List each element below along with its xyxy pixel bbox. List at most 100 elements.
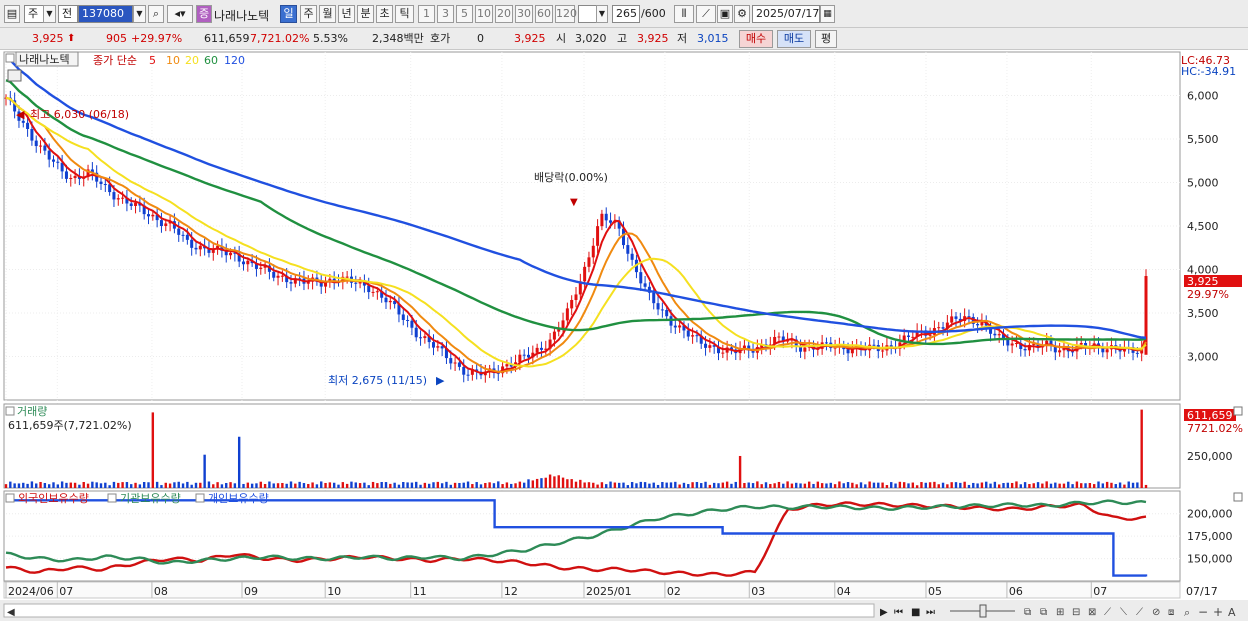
turnover-rate: 5.53% bbox=[313, 32, 348, 45]
candle-body bbox=[678, 325, 682, 328]
stop-icon[interactable]: ■ bbox=[911, 607, 920, 618]
tab-week[interactable]: 주 bbox=[300, 5, 317, 23]
candle-body bbox=[419, 337, 423, 339]
tab-tick[interactable]: 틱 bbox=[395, 5, 414, 23]
horizontal-scrollbar[interactable] bbox=[3, 603, 875, 618]
volume-bar bbox=[518, 481, 522, 488]
volume-subtitle: 611,659주(7,721.02%) bbox=[8, 419, 132, 432]
ma-label: 종가 단순 bbox=[93, 54, 137, 67]
volume-bar bbox=[950, 482, 953, 488]
candle-body bbox=[462, 366, 466, 375]
x-tick-label: 06 bbox=[1009, 585, 1023, 598]
stock-chart[interactable]: 3,0003,5004,0004,5005,0005,5006,000 250,… bbox=[0, 50, 1248, 621]
volume-bar bbox=[285, 483, 288, 488]
volume-bar bbox=[440, 483, 444, 488]
volume-bar bbox=[458, 482, 461, 488]
holdings-close-icon[interactable] bbox=[1233, 492, 1243, 502]
interval-30[interactable]: 30 bbox=[515, 5, 533, 23]
search-icon[interactable]: ⌕ bbox=[148, 5, 164, 23]
save-icon[interactable]: ▣ bbox=[717, 5, 733, 23]
volume-panel[interactable] bbox=[3, 403, 1181, 489]
tab-month[interactable]: 월 bbox=[319, 5, 336, 23]
panel-toggle-icon[interactable] bbox=[5, 53, 15, 63]
volume-bar bbox=[622, 482, 625, 488]
date-input[interactable]: 2025/07/17 bbox=[752, 5, 820, 23]
volume-bar bbox=[1105, 481, 1109, 488]
candle-body bbox=[993, 333, 997, 336]
volume-bar bbox=[86, 483, 90, 488]
volume-bar bbox=[829, 482, 832, 488]
scroll-left-icon[interactable]: ◀ bbox=[7, 607, 15, 618]
tool-icon-1[interactable]: ⧉ bbox=[1024, 607, 1031, 618]
volume-bar bbox=[864, 484, 867, 488]
zoom-out-icon[interactable]: − bbox=[1198, 605, 1208, 619]
volume-close-icon[interactable] bbox=[1233, 406, 1243, 416]
volume-bar bbox=[1054, 482, 1057, 488]
grid-table-icon[interactable] bbox=[7, 69, 22, 82]
eval-button[interactable]: 평 bbox=[815, 30, 837, 48]
volume-bar bbox=[717, 483, 720, 488]
volume-bar bbox=[548, 474, 552, 488]
legend-box-institution bbox=[107, 493, 117, 503]
speaker-icon[interactable]: ◂▾ bbox=[167, 5, 193, 23]
buy-button[interactable]: 매수 bbox=[739, 30, 773, 48]
volume-bar bbox=[747, 482, 750, 488]
x-tick-label: 07 bbox=[1093, 585, 1107, 598]
zoom-icon[interactable]: ⌕ bbox=[1184, 606, 1190, 619]
candle-body bbox=[134, 202, 138, 206]
tab-minute[interactable]: 분 bbox=[357, 5, 374, 23]
code-input[interactable]: 137080 bbox=[78, 5, 133, 23]
interval-10[interactable]: 10 bbox=[475, 5, 493, 23]
tool-icon-9[interactable]: ⊘ bbox=[1152, 607, 1160, 618]
zoom-slider-handle[interactable] bbox=[979, 604, 987, 618]
interval-1[interactable]: 1 bbox=[418, 5, 435, 23]
text-tool-icon[interactable]: A bbox=[1228, 606, 1236, 619]
count-input[interactable]: 265 bbox=[612, 5, 640, 23]
tab-second[interactable]: 초 bbox=[376, 5, 393, 23]
interval-120[interactable]: 120 bbox=[555, 5, 577, 23]
tool-icon-7[interactable]: ⟍ bbox=[1120, 607, 1127, 618]
volume-bar bbox=[410, 482, 414, 488]
tab-year[interactable]: 년 bbox=[338, 5, 355, 23]
period-select[interactable]: 주 bbox=[24, 5, 44, 23]
volume-bar bbox=[1062, 483, 1066, 488]
volume-bar bbox=[99, 483, 103, 488]
interval-20[interactable]: 20 bbox=[495, 5, 513, 23]
interval-5[interactable]: 5 bbox=[456, 5, 473, 23]
scroll-right-icon[interactable]: ▶ bbox=[880, 607, 888, 618]
calendar-icon[interactable]: ▦ bbox=[820, 5, 835, 23]
mode-select[interactable]: 전 bbox=[58, 5, 78, 23]
gear-icon[interactable]: ⚙ bbox=[734, 5, 750, 23]
volume-toggle-icon[interactable] bbox=[5, 406, 15, 416]
candle-body bbox=[229, 252, 233, 256]
draw-tool-icon[interactable]: ⟋ bbox=[696, 5, 716, 23]
interval-3[interactable]: 3 bbox=[437, 5, 454, 23]
volume-bar bbox=[570, 479, 573, 488]
tool-icon-3[interactable]: ⊞ bbox=[1056, 607, 1064, 618]
code-dropdown-icon[interactable]: ▼ bbox=[133, 5, 146, 23]
candle-type-icon[interactable]: ⫴ bbox=[674, 5, 694, 23]
zoom-in-icon[interactable]: + bbox=[1213, 605, 1223, 619]
last-page-icon[interactable]: ⏭ bbox=[926, 607, 935, 618]
volume-bar bbox=[207, 481, 211, 488]
ma-period-5: 5 bbox=[149, 54, 156, 67]
sell-button[interactable]: 매도 bbox=[777, 30, 811, 48]
interval-60[interactable]: 60 bbox=[535, 5, 553, 23]
interval-dropdown-icon[interactable]: ▼ bbox=[596, 5, 608, 23]
first-page-icon[interactable]: ⏮ bbox=[894, 607, 903, 618]
holdings-toggle-icon[interactable] bbox=[5, 493, 15, 503]
tool-icon-8[interactable]: ⟋ bbox=[1136, 607, 1143, 618]
candle-body bbox=[410, 320, 414, 328]
tool-icon-6[interactable]: ⟋ bbox=[1104, 607, 1111, 618]
tab-day[interactable]: 일 bbox=[280, 5, 297, 23]
tool-icon-4[interactable]: ⊟ bbox=[1072, 607, 1080, 618]
tool-icon-5[interactable]: ⊠ bbox=[1088, 607, 1096, 618]
volume-bar bbox=[648, 483, 651, 488]
layout-icon[interactable]: ▤ bbox=[4, 5, 20, 23]
tool-icon-2[interactable]: ⧉ bbox=[1040, 607, 1047, 618]
tool-icon-10[interactable]: ⧈ bbox=[1168, 607, 1174, 618]
volume-bar bbox=[885, 485, 889, 488]
candle-body bbox=[34, 140, 38, 147]
chevron-down-icon[interactable]: ▼ bbox=[43, 5, 56, 23]
low-price: 3,015 bbox=[697, 32, 729, 45]
